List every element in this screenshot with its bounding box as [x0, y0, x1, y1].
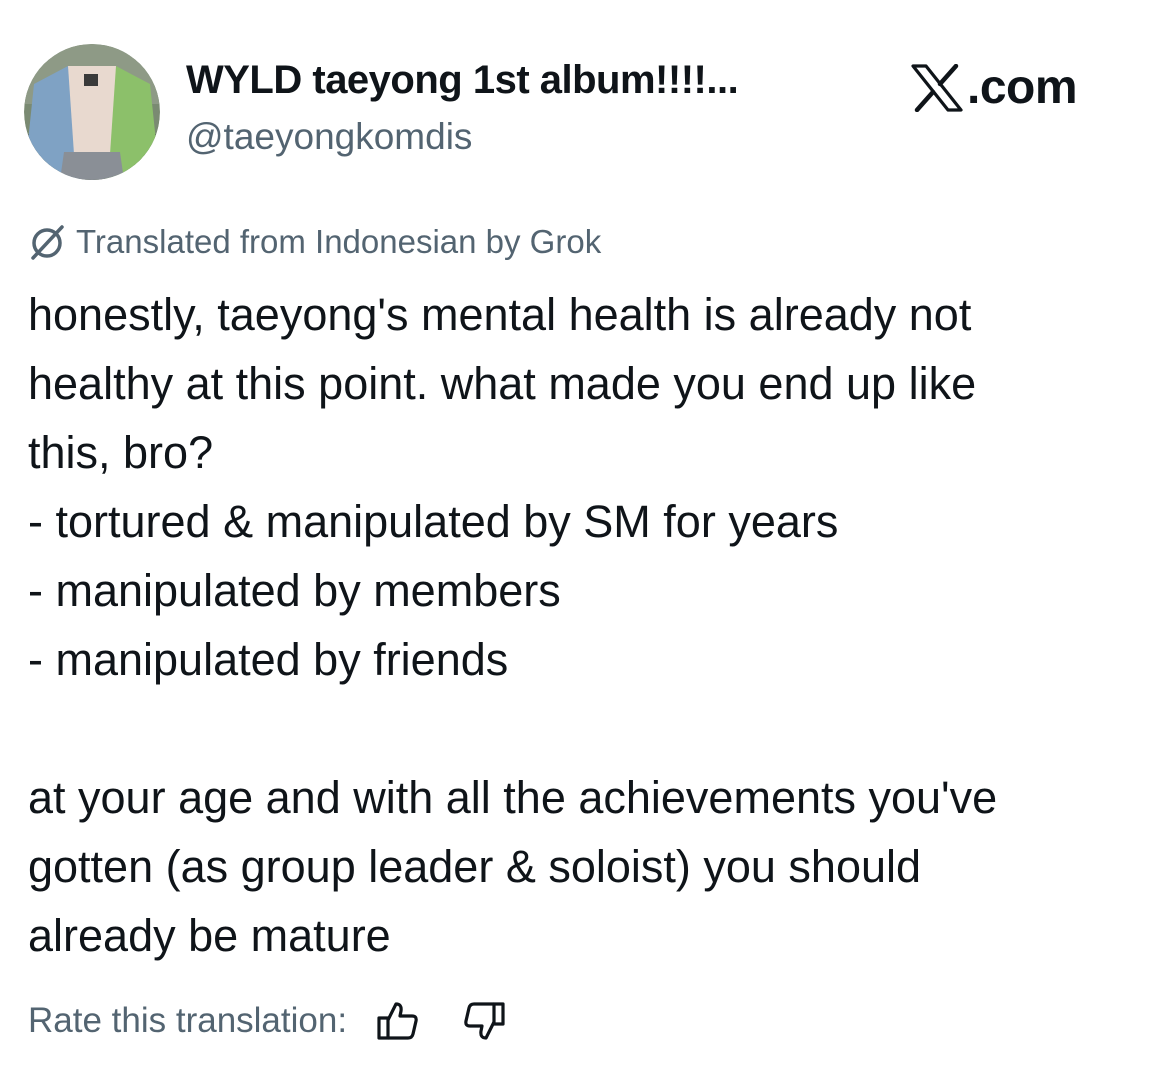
translate-icon [28, 223, 66, 261]
translation-notice-text: Translated from Indonesian by Grok [76, 223, 602, 260]
thumbs-down-button[interactable] [459, 996, 509, 1046]
x-logo-icon [911, 64, 963, 112]
tweet-line: at your age and with all the achievement… [28, 772, 998, 823]
tweet-line: healthy at this point. what made you end… [28, 358, 977, 409]
thumbs-down-icon [464, 1002, 505, 1040]
brand-watermark: .com [911, 60, 1078, 116]
thumbs-up-icon [377, 1002, 418, 1040]
tweet-line: - manipulated by members [28, 565, 561, 616]
avatar[interactable] [24, 44, 160, 180]
brand-domain-text: .com [967, 61, 1078, 114]
rate-translation: Rate this translation: [28, 996, 545, 1046]
rate-translation-label: Rate this translation: [28, 1001, 348, 1040]
display-name[interactable]: WYLD taeyong 1st album!!!!... [186, 58, 739, 103]
user-handle[interactable]: @taeyongkomdis [186, 116, 472, 158]
tweet-line: gotten (as group leader & soloist) you s… [28, 841, 922, 892]
tweet-line: already be mature [28, 910, 391, 961]
profile-photo-avatar [24, 44, 160, 180]
tweet-line: - manipulated by friends [28, 634, 509, 685]
tweet-text: honestly, taeyong's mental health is alr… [28, 280, 1143, 970]
translation-notice: Translated from Indonesian by Grok [28, 220, 601, 264]
tweet-line: - tortured & manipulated by SM for years [28, 496, 839, 547]
tweet-line: honestly, taeyong's mental health is alr… [28, 289, 972, 340]
tweet-line: this, bro? [28, 427, 214, 478]
thumbs-up-button[interactable] [373, 996, 423, 1046]
